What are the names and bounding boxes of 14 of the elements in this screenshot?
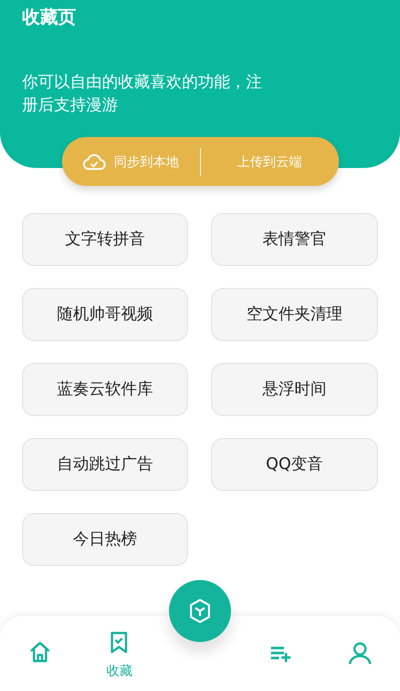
favorite-item[interactable]: QQ变音 [211,438,378,491]
favorite-item[interactable]: 随机帅哥视频 [22,288,188,341]
favorite-item[interactable]: 表情警官 [211,213,378,266]
favorite-item[interactable]: 文字转拼音 [22,213,188,266]
user-icon [347,640,374,666]
favorite-item[interactable]: 蓝奏云软件库 [22,363,188,416]
cube-icon [188,598,212,624]
favorite-item[interactable]: 悬浮时间 [211,363,378,416]
page-title: 收藏页 [22,6,77,30]
description-text: 你可以自由的收藏喜欢的功能，注册后支持漫游 [22,71,262,116]
favorite-item[interactable]: 空文件夹清理 [211,288,378,341]
cloud-check-icon [82,152,106,170]
favorite-item[interactable]: 今日热榜 [22,513,188,566]
favorite-item[interactable]: 自动跳过广告 [22,438,188,491]
